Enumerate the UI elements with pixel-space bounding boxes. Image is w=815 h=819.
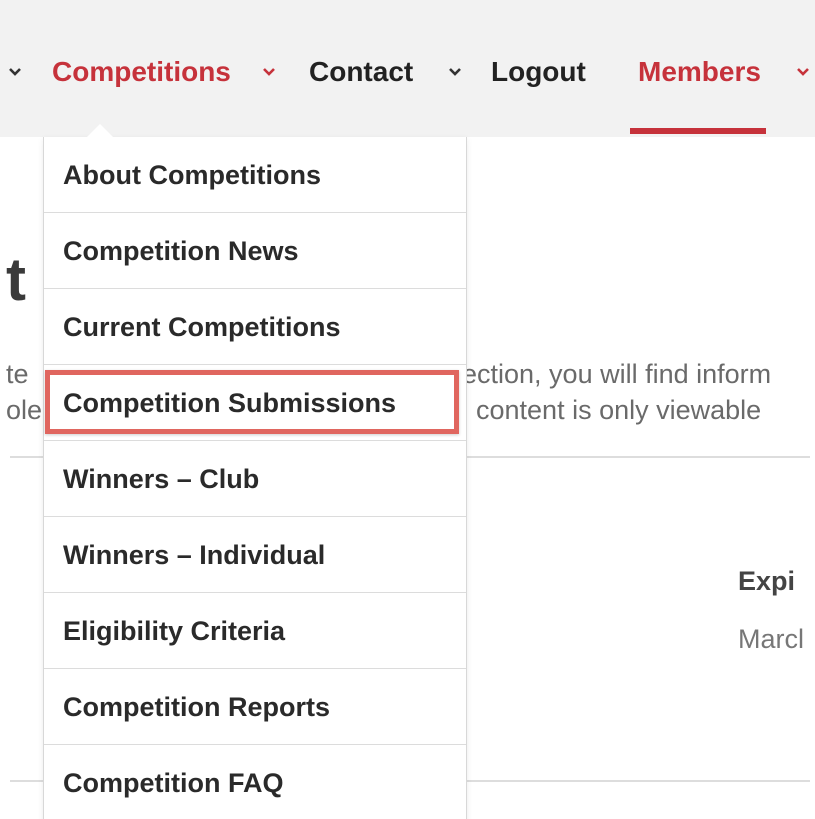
page: t te ole ection, you will find inform co… bbox=[0, 0, 815, 819]
menu-item-winners-club[interactable]: Winners – Club bbox=[44, 441, 466, 517]
menu-item-label: About Competitions bbox=[63, 160, 321, 190]
intro-text-right-line1: ection, you will find inform bbox=[462, 359, 772, 389]
dropdown-caret bbox=[86, 124, 114, 138]
intro-text-right-line2: content is only viewable bbox=[476, 395, 762, 425]
expiry-label-fragment: Expi bbox=[738, 566, 796, 596]
expiry-value-fragment: Marcl bbox=[738, 624, 804, 654]
highlight-annotation-box bbox=[45, 370, 459, 434]
menu-item-eligibility-criteria[interactable]: Eligibility Criteria bbox=[44, 593, 466, 669]
menu-item-label: Current Competitions bbox=[63, 312, 341, 342]
page-heading-fragment: t bbox=[6, 246, 26, 313]
nav-item-logout[interactable]: Logout bbox=[491, 52, 586, 92]
menu-item-label: Competition Reports bbox=[63, 692, 330, 722]
menu-item-competition-reports[interactable]: Competition Reports bbox=[44, 669, 466, 745]
nav-item-contact[interactable]: Contact bbox=[309, 52, 413, 92]
competitions-dropdown-menu: About Competitions Competition News Curr… bbox=[43, 137, 467, 819]
menu-item-current-competitions[interactable]: Current Competitions bbox=[44, 289, 466, 365]
menu-item-winners-individual[interactable]: Winners – Individual bbox=[44, 517, 466, 593]
menu-item-competition-faq[interactable]: Competition FAQ bbox=[44, 745, 466, 819]
intro-text-left-line2: ole bbox=[6, 395, 43, 425]
main-navigation: Competitions Contact Logout Members bbox=[0, 0, 815, 137]
menu-item-label: Competition FAQ bbox=[63, 768, 284, 798]
nav-item-members[interactable]: Members bbox=[638, 52, 761, 92]
menu-item-about-competitions[interactable]: About Competitions bbox=[44, 137, 466, 213]
menu-item-label: Winners – Individual bbox=[63, 540, 326, 570]
menu-item-competition-news[interactable]: Competition News bbox=[44, 213, 466, 289]
menu-item-label: Eligibility Criteria bbox=[63, 616, 286, 646]
intro-text-left-line1: te bbox=[6, 359, 29, 389]
menu-item-label: Competition News bbox=[63, 236, 299, 266]
active-nav-indicator bbox=[630, 128, 766, 134]
menu-item-label: Winners – Club bbox=[63, 464, 260, 494]
nav-item-competitions[interactable]: Competitions bbox=[52, 52, 231, 92]
